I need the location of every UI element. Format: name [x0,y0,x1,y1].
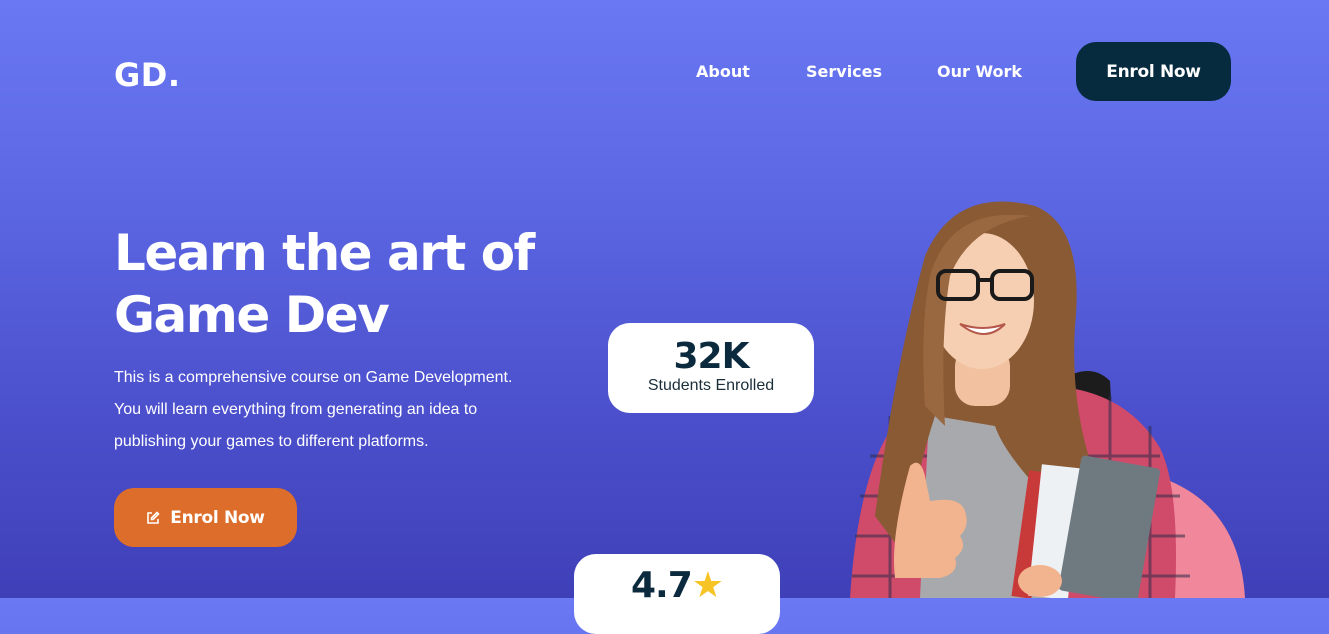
nav-link-our-work[interactable]: Our Work [937,62,1022,81]
hero-title-line1: Learn the art of [114,224,535,282]
hero-enrol-label: Enrol Now [170,507,265,528]
students-card: 32K Students Enrolled [608,323,814,413]
hero-description-line3: publishing your games to different platf… [114,433,429,450]
hero-title-line2: Game Dev [114,286,390,344]
edit-icon [146,510,160,525]
students-value: 32K [673,336,750,377]
hero-description-line1: This is a comprehensive course on Game D… [114,369,513,386]
hero-enrol-button[interactable]: Enrol Now [114,488,297,547]
student-image [830,196,1250,604]
rating-row: 4.7★ [574,566,780,606]
rating-card: 4.7★ [574,554,780,634]
hero-description: This is a comprehensive course on Game D… [114,362,584,458]
logo[interactable]: GD. [114,56,180,94]
hero-title: Learn the art of Game Dev [114,222,594,346]
nav-link-services[interactable]: Services [806,62,882,81]
hero-description-line2: You will learn everything from generatin… [114,401,478,418]
rating-value: 4.7 [630,565,693,606]
nav-link-about[interactable]: About [696,62,750,81]
nav-enrol-button[interactable]: Enrol Now [1076,42,1231,101]
students-label: Students Enrolled [647,377,775,394]
star-icon: ★ [691,565,724,606]
